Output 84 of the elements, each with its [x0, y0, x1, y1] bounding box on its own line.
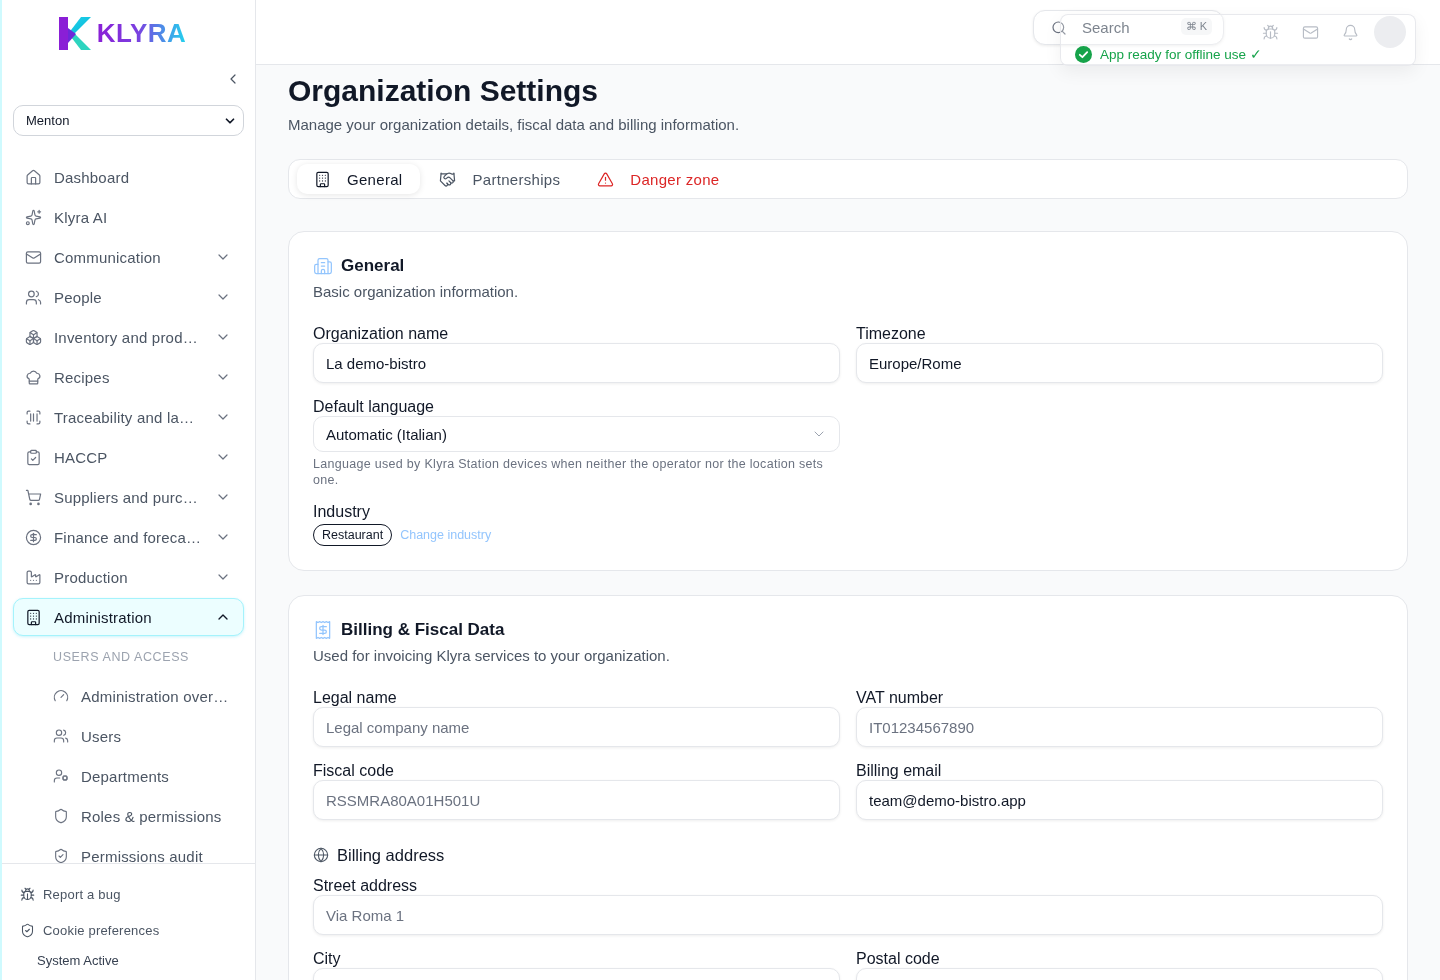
nav-subitem[interactable]: Administration over… — [13, 676, 244, 716]
nav-subitem[interactable]: Users — [13, 716, 244, 756]
shield-check-icon — [53, 848, 69, 863]
page-subtitle: Manage your organization details, fiscal data and billing information. — [288, 115, 741, 135]
nav-item[interactable]: Production — [13, 558, 244, 596]
bug-icon — [1261, 23, 1279, 41]
nav-item[interactable]: Suppliers and purc… — [13, 478, 244, 516]
user-gear-icon — [53, 768, 69, 784]
search-icon — [1051, 20, 1067, 36]
text-field[interactable]: Via Roma 1 — [313, 895, 1383, 935]
card-subtitle: Basic organization information. — [313, 282, 520, 302]
text-field[interactable]: IT01234567890 — [856, 707, 1383, 747]
nav-item[interactable]: Finance and foreca… — [13, 518, 244, 556]
mail-icon — [25, 248, 42, 266]
sparkles-icon — [25, 208, 42, 226]
bell-icon — [1341, 23, 1359, 41]
people-icon — [53, 728, 69, 744]
globe-icon — [313, 847, 329, 863]
chef-hat-icon — [25, 368, 42, 386]
field-label: Billing email — [856, 762, 943, 780]
field-label: Fiscal code — [313, 762, 395, 780]
card-title: Billing & Fiscal Data — [341, 619, 505, 641]
text-field[interactable]: RSSMRA80A01H501U — [313, 780, 840, 820]
shield-icon — [53, 808, 69, 824]
nav-item[interactable]: Administration — [13, 598, 244, 636]
section-title: Billing address — [337, 845, 445, 865]
text-field[interactable]: Legal company name — [313, 707, 840, 747]
toast-message: App ready for offline use ✓ — [1100, 47, 1262, 61]
nav-item[interactable]: Communication — [13, 238, 244, 276]
nav-item[interactable]: Dashboard — [13, 158, 244, 196]
shortcut-key: ⌘ K — [1180, 18, 1212, 35]
field-label: City — [313, 950, 342, 968]
field-label: Timezone — [856, 325, 927, 343]
building-icon — [314, 170, 331, 188]
page-title: Organization Settings — [288, 73, 600, 109]
help-text: Language used by Klyra Station devices when neither the operator nor the location sets one. — [313, 456, 825, 488]
language-select[interactable]: Automatic (Italian) — [313, 416, 840, 452]
home-icon — [25, 168, 42, 186]
field-label: Default language — [313, 398, 435, 416]
mail-icon — [1301, 23, 1319, 41]
location-select[interactable]: Menton — [13, 105, 244, 136]
text-field[interactable]: La demo-bistro — [313, 343, 840, 383]
text-field[interactable]: Europe/Rome — [856, 343, 1383, 383]
field-label: Legal name — [313, 689, 398, 707]
footer-link[interactable]: Report a bug — [2, 876, 255, 912]
nav-item[interactable]: Traceability and la… — [13, 398, 244, 436]
field-label: Street address — [313, 877, 419, 895]
footer-link[interactable]: Cookie preferences — [2, 912, 255, 948]
logo-mark-icon — [58, 16, 91, 50]
nav-subitem[interactable]: Roles & permissions — [13, 796, 244, 836]
gauge-icon — [53, 688, 69, 704]
nav-item[interactable]: Inventory and prod… — [13, 318, 244, 356]
warning-icon — [597, 170, 615, 188]
field-label: Postal code — [856, 950, 941, 968]
boxes-icon — [25, 328, 42, 346]
text-field[interactable]: team@demo-bistro.app — [856, 780, 1383, 820]
card-title: General — [341, 255, 405, 277]
nav-item[interactable]: People — [13, 278, 244, 316]
card-subtitle: Used for invoicing Klyra services to your organization. — [313, 646, 671, 666]
nav-item[interactable]: Klyra AI — [13, 198, 244, 236]
scan-icon — [25, 408, 42, 426]
nav-item[interactable]: Recipes — [13, 358, 244, 396]
dollar-circle-icon — [25, 528, 42, 546]
section-heading: USERS AND ACCESS — [52, 649, 191, 666]
field-label: VAT number — [856, 689, 945, 707]
cart-icon — [25, 488, 42, 506]
nav-subitem[interactable]: Permissions audit — [13, 836, 244, 863]
handshake-icon — [439, 170, 457, 188]
building-icon — [313, 256, 333, 276]
clipboard-check-icon — [25, 448, 42, 466]
building-icon — [25, 608, 42, 626]
field-label: Industry — [313, 503, 371, 521]
field-label: Organization name — [313, 325, 450, 343]
tab[interactable]: Partnerships — [422, 164, 579, 194]
tab[interactable]: Danger zone — [580, 164, 738, 194]
tab[interactable]: General — [297, 164, 421, 194]
nav-item[interactable]: HACCP — [13, 438, 244, 476]
bug-icon — [20, 886, 35, 902]
status-text: System Active — [36, 951, 120, 970]
people-icon — [25, 288, 42, 306]
nav-subitem[interactable]: Departments — [13, 756, 244, 796]
factory-icon — [25, 568, 42, 586]
shield-check-icon — [20, 922, 35, 938]
receipt-icon — [313, 620, 333, 640]
